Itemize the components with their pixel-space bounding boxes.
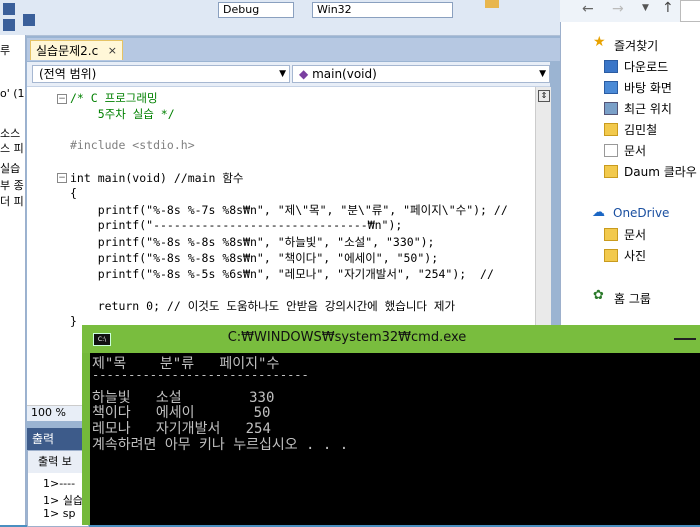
code-line: } (70, 314, 77, 328)
explorer-item[interactable]: 문서 (624, 226, 646, 243)
address-bar[interactable] (680, 0, 700, 22)
panel-line[interactable]: 루 (0, 42, 10, 58)
explorer-item[interactable]: 최근 위치 (624, 100, 672, 117)
split-icon[interactable]: ⇕ (538, 90, 550, 102)
collapse-icon[interactable]: − (57, 173, 67, 183)
file-tab[interactable]: 실습문제2.c × (30, 40, 123, 60)
file-tab-label: 실습문제2.c (36, 44, 99, 58)
function-label: main(void) (312, 67, 377, 81)
scope-combo[interactable]: (전역 범위) ▼ (32, 65, 290, 83)
panel-line[interactable]: 소스 (0, 125, 20, 141)
output-panel-title[interactable]: 출력 (27, 428, 87, 450)
homegroup-label[interactable]: 홈 그룹 (614, 290, 651, 307)
scope-label: (전역 범위) (39, 67, 97, 81)
collapse-icon[interactable]: − (57, 94, 67, 104)
documents-icon (604, 144, 618, 157)
panel-line[interactable]: 스 피 (0, 140, 24, 156)
comment-icon[interactable] (23, 14, 35, 26)
explorer-item[interactable]: 김민철 (624, 121, 657, 138)
output-line: 1> sp (43, 507, 76, 520)
console-line: ------------------------------ (92, 368, 309, 382)
output-source-label[interactable]: 출력 보 (28, 451, 88, 473)
output-panel: 출력 보 1>---- 1> 실습 1> sp (27, 450, 89, 527)
up-icon[interactable]: ↑ (662, 0, 674, 16)
function-icon: ◆ (299, 67, 309, 81)
navigation-bar: (전역 범위) ▼ ◆ main(void) ▼ (27, 62, 550, 87)
explorer-item[interactable]: Daum 클라우 (624, 163, 697, 180)
code-line: return 0; // 이것도 도움하나도 안받음 강의시간에 했습니다 제가 (70, 299, 456, 313)
code-line: int main(void) //main 함수 (70, 171, 244, 185)
folder-icon (604, 249, 618, 262)
config-combo[interactable]: Debug (218, 2, 294, 18)
editor-gutter: − − (27, 87, 67, 405)
download-icon (604, 60, 618, 73)
star-icon: ★ (593, 34, 606, 50)
explorer-item[interactable]: 다운로드 (624, 58, 668, 75)
desktop-icon (604, 81, 618, 94)
minimize-icon[interactable] (674, 338, 696, 340)
explorer-item[interactable]: 바탕 화면 (624, 79, 672, 96)
onedrive-label[interactable]: OneDrive (613, 206, 669, 220)
homegroup-icon: ✿ (593, 288, 604, 303)
folder-icon (604, 228, 618, 241)
chevron-down-icon[interactable]: ▼ (642, 3, 649, 13)
platform-combo[interactable]: Win32 (312, 2, 453, 18)
function-combo[interactable]: ◆ main(void) ▼ (292, 65, 550, 83)
panel-line[interactable]: o' (1 (0, 87, 25, 100)
panel-line[interactable]: 부 종 (0, 177, 24, 193)
back-icon[interactable]: ← (582, 1, 594, 17)
recent-places-icon (604, 102, 618, 115)
output-line: 1> 실습 (43, 494, 83, 507)
chevron-down-icon: ▼ (279, 69, 286, 79)
chevron-down-icon: ▼ (539, 69, 546, 79)
code-line: printf("%-8s %-7s %8s₩n", "제\"목", "분\"류"… (70, 203, 508, 217)
code-line: /* C 프로그래밍 (70, 91, 158, 105)
code-line: printf("%-8s %-8s %8s₩n", "하늘빛", "소설", "… (70, 235, 435, 249)
solution-explorer-panel: 루 o' (1 소스 스 피 실습 부 종 더 피 (0, 35, 26, 525)
explorer-item[interactable]: 문서 (624, 142, 646, 159)
folder-icon (604, 123, 618, 136)
favorites-label[interactable]: 즐겨찾기 (614, 37, 658, 54)
explorer-item[interactable]: 사진 (624, 247, 646, 264)
panel-line[interactable]: 더 피 (0, 193, 24, 209)
indent-icon[interactable] (3, 19, 15, 31)
document-tab-bar: 실습문제2.c × (27, 38, 560, 61)
cmd-title: C:₩WINDOWS₩system32₩cmd.exe (227, 330, 467, 345)
forward-icon[interactable]: → (612, 1, 624, 17)
code-line: 5주차 실습 */ (70, 107, 175, 121)
code-line: printf("%-8s %-5s %6s₩n", "레모나", "자기개발서"… (70, 267, 494, 281)
onedrive-icon: ☁ (592, 205, 605, 220)
folder-icon (604, 165, 618, 178)
explorer-nav-bar: ← → ▼ ↑ (560, 0, 700, 22)
console-line: 계속하려면 아무 키나 누르십시오 . . . (92, 437, 349, 453)
code-line: printf("-------------------------------₩… (70, 218, 403, 232)
output-line: 1>---- (43, 477, 76, 490)
code-line: printf("%-8s %-8s %8s₩n", "책이다", "에세이", … (70, 251, 439, 265)
code-line: #include <stdio.h> (70, 138, 195, 152)
align-icon[interactable] (3, 3, 15, 15)
ide-toolbar: Debug Win32 (0, 0, 560, 36)
find-icon[interactable] (485, 0, 499, 8)
zoom-level[interactable]: 100 % (31, 406, 66, 419)
panel-line[interactable]: 실습 (0, 160, 20, 176)
close-icon[interactable]: × (108, 41, 117, 61)
code-line: { (70, 186, 77, 200)
